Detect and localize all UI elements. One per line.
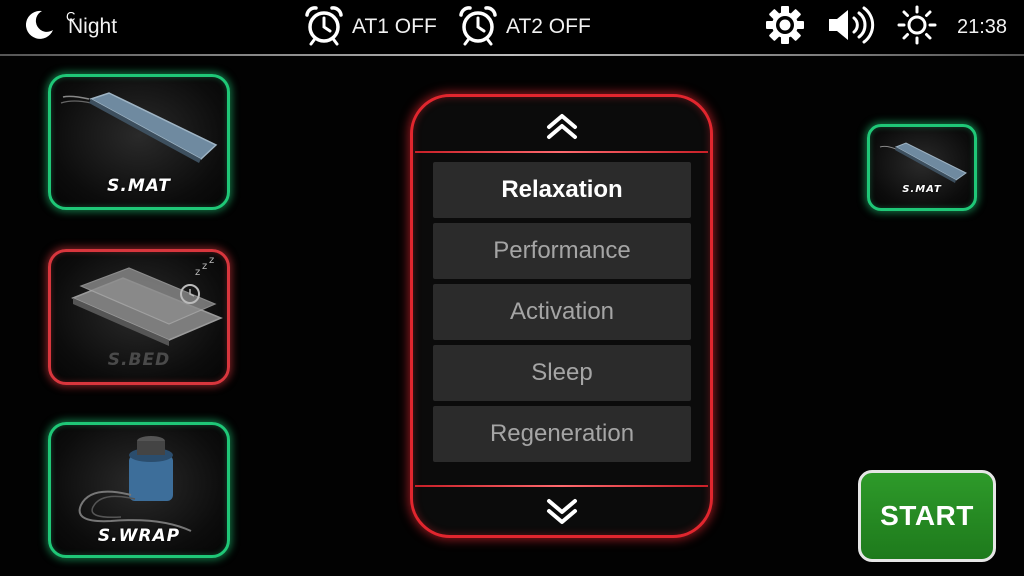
selected-device-smat[interactable]: S.MAT	[867, 124, 977, 211]
device-sbed-label: S.BED	[107, 350, 171, 370]
program-selector: Relaxation Performance Activation Sleep …	[410, 94, 713, 538]
status-bar-divider	[0, 54, 1024, 56]
selector-divider-top	[415, 151, 708, 153]
device-sbed-button[interactable]: z z z S.BED	[48, 249, 230, 385]
settings-button[interactable]	[764, 0, 806, 54]
brightness-button[interactable]	[897, 0, 937, 54]
clock: 21:38	[957, 15, 1008, 38]
mode-letter: C	[66, 9, 76, 24]
scroll-down-button[interactable]	[544, 497, 580, 527]
program-item-performance[interactable]: Performance	[433, 223, 691, 279]
brightness-icon	[897, 5, 937, 50]
device-swrap-button[interactable]: S.WRAP	[48, 422, 230, 558]
alarm2-button[interactable]: AT2 OFF	[457, 0, 591, 54]
night-mode-toggle[interactable]: C Night	[22, 0, 117, 54]
selector-divider-bottom	[415, 485, 708, 487]
alarm1-label: AT1 OFF	[352, 15, 437, 38]
program-item-regeneration[interactable]: Regeneration	[433, 406, 691, 462]
alarm-clock-icon	[303, 4, 352, 51]
svg-text:z: z	[202, 261, 207, 272]
chevron-down-double-icon	[547, 499, 577, 524]
chevron-up-double-icon	[547, 114, 577, 139]
svg-text:z: z	[209, 255, 214, 266]
device-smat-button[interactable]: S.MAT	[48, 74, 230, 210]
alarm2-label: AT2 OFF	[506, 15, 591, 38]
volume-icon	[826, 5, 876, 50]
gear-icon	[764, 4, 806, 51]
alarm1-button[interactable]: AT1 OFF	[303, 0, 437, 54]
scroll-up-button[interactable]	[544, 111, 580, 141]
program-item-activation[interactable]: Activation	[433, 284, 691, 340]
moon-icon	[22, 8, 56, 47]
status-bar: C Night AT1 OFF AT2 OFF 21:38	[0, 0, 1024, 54]
mat-image	[879, 142, 967, 183]
start-button[interactable]: START	[858, 470, 996, 562]
program-item-relaxation[interactable]: Relaxation	[433, 162, 691, 218]
device-swrap-label: S.WRAP	[97, 526, 181, 546]
alarm-clock-icon	[457, 4, 506, 51]
svg-text:z: z	[195, 267, 200, 278]
volume-button[interactable]	[826, 0, 876, 54]
program-item-sleep[interactable]: Sleep	[433, 345, 691, 401]
device-smat-label: S.MAT	[107, 176, 171, 196]
selected-device-label: S.MAT	[902, 184, 942, 195]
